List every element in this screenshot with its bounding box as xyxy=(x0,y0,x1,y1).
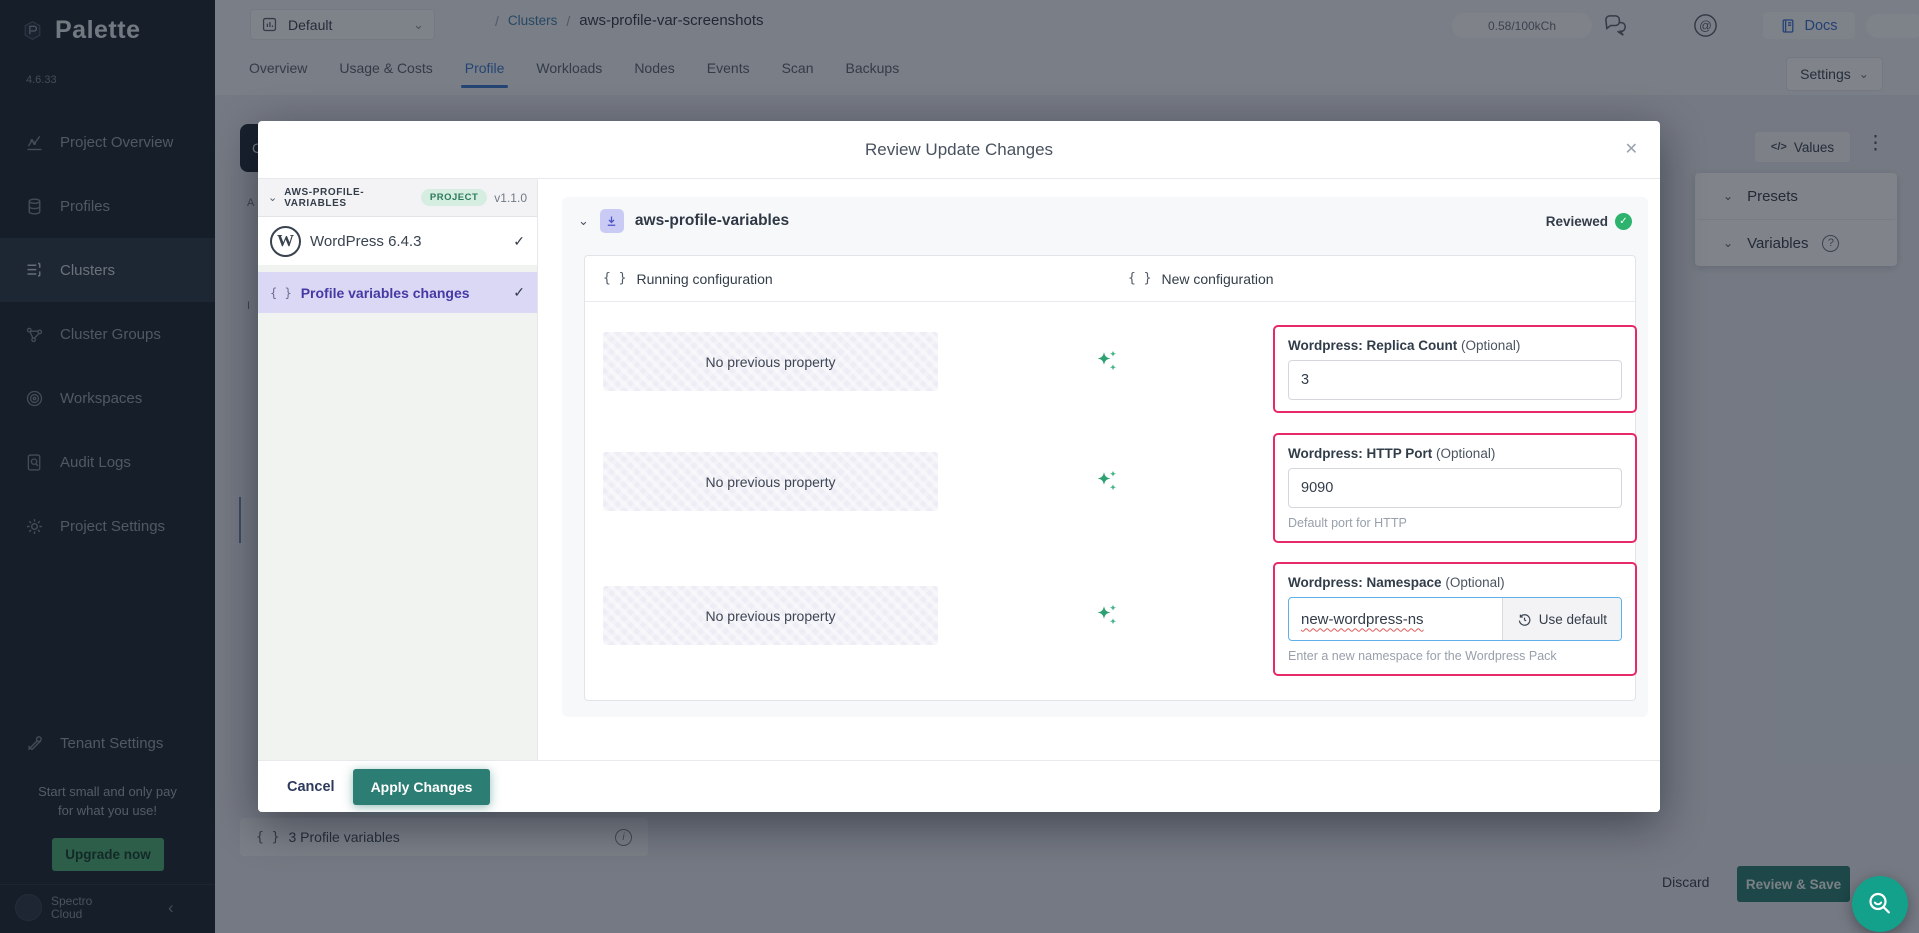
braces-icon: { } xyxy=(1128,271,1151,286)
section-header: ⌄ aws-profile-variables Reviewed ✓ xyxy=(562,197,1648,245)
replica-count-input[interactable] xyxy=(1288,360,1622,400)
new-value-sparkle-icon xyxy=(1093,467,1121,495)
profile-name: AWS-PROFILE-VARIABLES xyxy=(284,187,414,209)
reviewed-badge: Reviewed ✓ xyxy=(1546,213,1632,230)
import-icon xyxy=(600,209,624,233)
optional-tag: (Optional) xyxy=(1461,338,1520,353)
modal-profile-panel: ⌄ AWS-PROFILE-VARIABLES PROJECT v1.1.0 W… xyxy=(258,179,538,760)
cancel-button[interactable]: Cancel xyxy=(287,779,335,795)
field-hint: Default port for HTTP xyxy=(1288,516,1622,530)
check-icon: ✓ xyxy=(513,233,525,250)
profile-version: v1.1.0 xyxy=(494,191,527,205)
screen: Palette 4.6.33 Project Overview Profiles xyxy=(0,0,1919,933)
section-title: aws-profile-variables xyxy=(635,212,789,230)
configuration-diff-card: { } Running configuration { } New config… xyxy=(584,255,1636,701)
field-label: Wordpress: Namespace (Optional) xyxy=(1288,575,1622,590)
new-value-sparkle-icon xyxy=(1093,601,1121,629)
field-hint: Enter a new namespace for the Wordpress … xyxy=(1288,649,1622,663)
diff-column-headers: { } Running configuration { } New config… xyxy=(585,256,1635,302)
review-update-changes-modal: Review Update Changes ✕ ⌄ AWS-PROFILE-VA… xyxy=(258,121,1660,812)
apply-changes-button[interactable]: Apply Changes xyxy=(353,769,491,805)
field-label: Wordpress: Replica Count (Optional) xyxy=(1288,338,1622,353)
project-scope-badge: PROJECT xyxy=(421,189,487,206)
pack-item-wordpress[interactable]: W WordPress 6.4.3 ✓ xyxy=(258,217,537,265)
pack-name: Profile variables changes xyxy=(301,285,470,301)
no-previous-property-box: No previous property xyxy=(603,332,938,391)
new-configuration-header: { } New configuration xyxy=(1110,256,1635,301)
no-previous-property-box: No previous property xyxy=(603,586,938,645)
field-label: Wordpress: HTTP Port (Optional) xyxy=(1288,446,1622,461)
use-default-label: Use default xyxy=(1539,612,1607,627)
optional-tag: (Optional) xyxy=(1445,575,1504,590)
chevron-down-icon: ⌄ xyxy=(268,191,277,204)
profile-header-row[interactable]: ⌄ AWS-PROFILE-VARIABLES PROJECT v1.1.0 xyxy=(258,179,537,217)
namespace-input[interactable]: new-wordpress-ns xyxy=(1289,598,1502,640)
wordpress-icon: W xyxy=(270,226,301,257)
check-icon: ✓ xyxy=(513,284,525,301)
field-http-port: Wordpress: HTTP Port (Optional) Default … xyxy=(1273,433,1637,543)
pack-item-profile-variables[interactable]: { } Profile variables changes ✓ xyxy=(258,272,537,313)
namespace-input-group: new-wordpress-ns Use default xyxy=(1288,597,1622,641)
chevron-down-icon[interactable]: ⌄ xyxy=(578,213,589,229)
http-port-input[interactable] xyxy=(1288,468,1622,508)
field-replica-count: Wordpress: Replica Count (Optional) xyxy=(1273,325,1637,413)
close-icon[interactable]: ✕ xyxy=(1625,139,1638,159)
no-previous-property-box: No previous property xyxy=(603,452,938,511)
column-label: Running configuration xyxy=(636,271,772,287)
field-namespace: Wordpress: Namespace (Optional) new-word… xyxy=(1273,562,1637,676)
magnifier-smile-icon xyxy=(1865,889,1895,919)
restore-icon xyxy=(1517,612,1532,627)
running-configuration-header: { } Running configuration xyxy=(585,256,1110,301)
column-label: New configuration xyxy=(1161,271,1273,287)
pack-name: WordPress 6.4.3 xyxy=(310,233,421,250)
reviewed-label: Reviewed xyxy=(1546,214,1608,229)
modal-header: Review Update Changes ✕ xyxy=(258,121,1660,179)
check-circle-icon: ✓ xyxy=(1615,213,1632,230)
braces-icon: { } xyxy=(270,286,292,300)
modal-footer: Cancel Apply Changes xyxy=(258,760,1660,812)
changes-section: ⌄ aws-profile-variables Reviewed ✓ { } R… xyxy=(562,197,1648,717)
use-default-button[interactable]: Use default xyxy=(1502,598,1621,640)
braces-icon: { } xyxy=(603,271,626,286)
new-value-sparkle-icon xyxy=(1093,347,1121,375)
support-chat-fab[interactable] xyxy=(1852,876,1908,932)
modal-title: Review Update Changes xyxy=(865,140,1053,160)
optional-tag: (Optional) xyxy=(1436,446,1495,461)
